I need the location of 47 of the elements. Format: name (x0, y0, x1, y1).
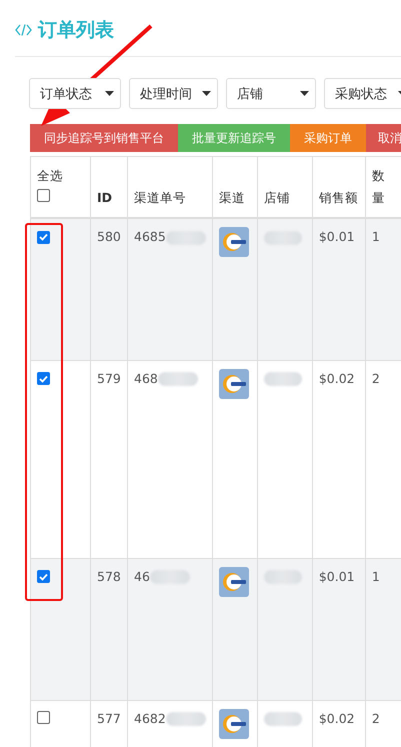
filter-dropdown[interactable]: 采购状态 (324, 78, 401, 109)
id-text: 580 (97, 229, 121, 244)
checkbox[interactable] (37, 189, 50, 202)
channel-logo-icon (218, 227, 249, 257)
amount-text: $0.02 (318, 370, 355, 386)
blurred-area (264, 372, 302, 386)
order-number-text: 468 (134, 370, 158, 386)
action-button[interactable]: 同步追踪号到销售平台 (30, 124, 178, 152)
quantity-text: 1 (372, 229, 380, 244)
amount-text: $0.01 (318, 229, 355, 244)
blurred-area (158, 372, 198, 386)
order-number-text: 4685 (134, 229, 166, 244)
column-header: 数量 (372, 168, 385, 205)
checkbox[interactable] (37, 372, 50, 385)
filter-dropdown[interactable]: 店铺 (226, 78, 316, 109)
blurred-area (166, 712, 206, 726)
quantity-text: 2 (372, 370, 380, 386)
amount-text: $0.02 (318, 710, 355, 726)
channel-logo-icon (218, 708, 249, 738)
page-title: 订单列表 (38, 18, 114, 43)
column-header: 店铺 (264, 190, 290, 205)
caret-icon (105, 91, 114, 96)
id-text: 578 (97, 568, 121, 584)
code-icon (15, 24, 32, 36)
amount-text: $0.01 (318, 568, 355, 584)
checkbox[interactable] (37, 230, 50, 244)
filter-dropdown[interactable]: 处理时间 (129, 78, 218, 109)
quantity-text: 2 (372, 710, 380, 726)
caret-icon (300, 91, 309, 96)
caret-icon (202, 91, 211, 96)
id-text: 577 (97, 710, 121, 726)
id-text: 579 (97, 370, 121, 386)
checkbox[interactable] (37, 570, 50, 583)
filter-dropdown[interactable]: 订单状态 (29, 78, 121, 109)
order-number-text: 46 (134, 568, 150, 584)
order-number-text: 4682 (134, 710, 166, 726)
channel-logo-icon (218, 566, 249, 596)
column-header: ID (97, 190, 112, 205)
select-all-label: 全选 (37, 167, 64, 185)
column-header: 渠道 (218, 190, 245, 205)
checkbox[interactable] (37, 710, 50, 724)
blurred-area (264, 712, 302, 726)
quantity-text: 1 (372, 568, 380, 584)
column-header: 渠道单号 (134, 190, 186, 205)
channel-logo-icon (218, 368, 249, 398)
column-header: 销售额 (318, 190, 358, 205)
action-button[interactable]: 取消 (366, 124, 401, 152)
